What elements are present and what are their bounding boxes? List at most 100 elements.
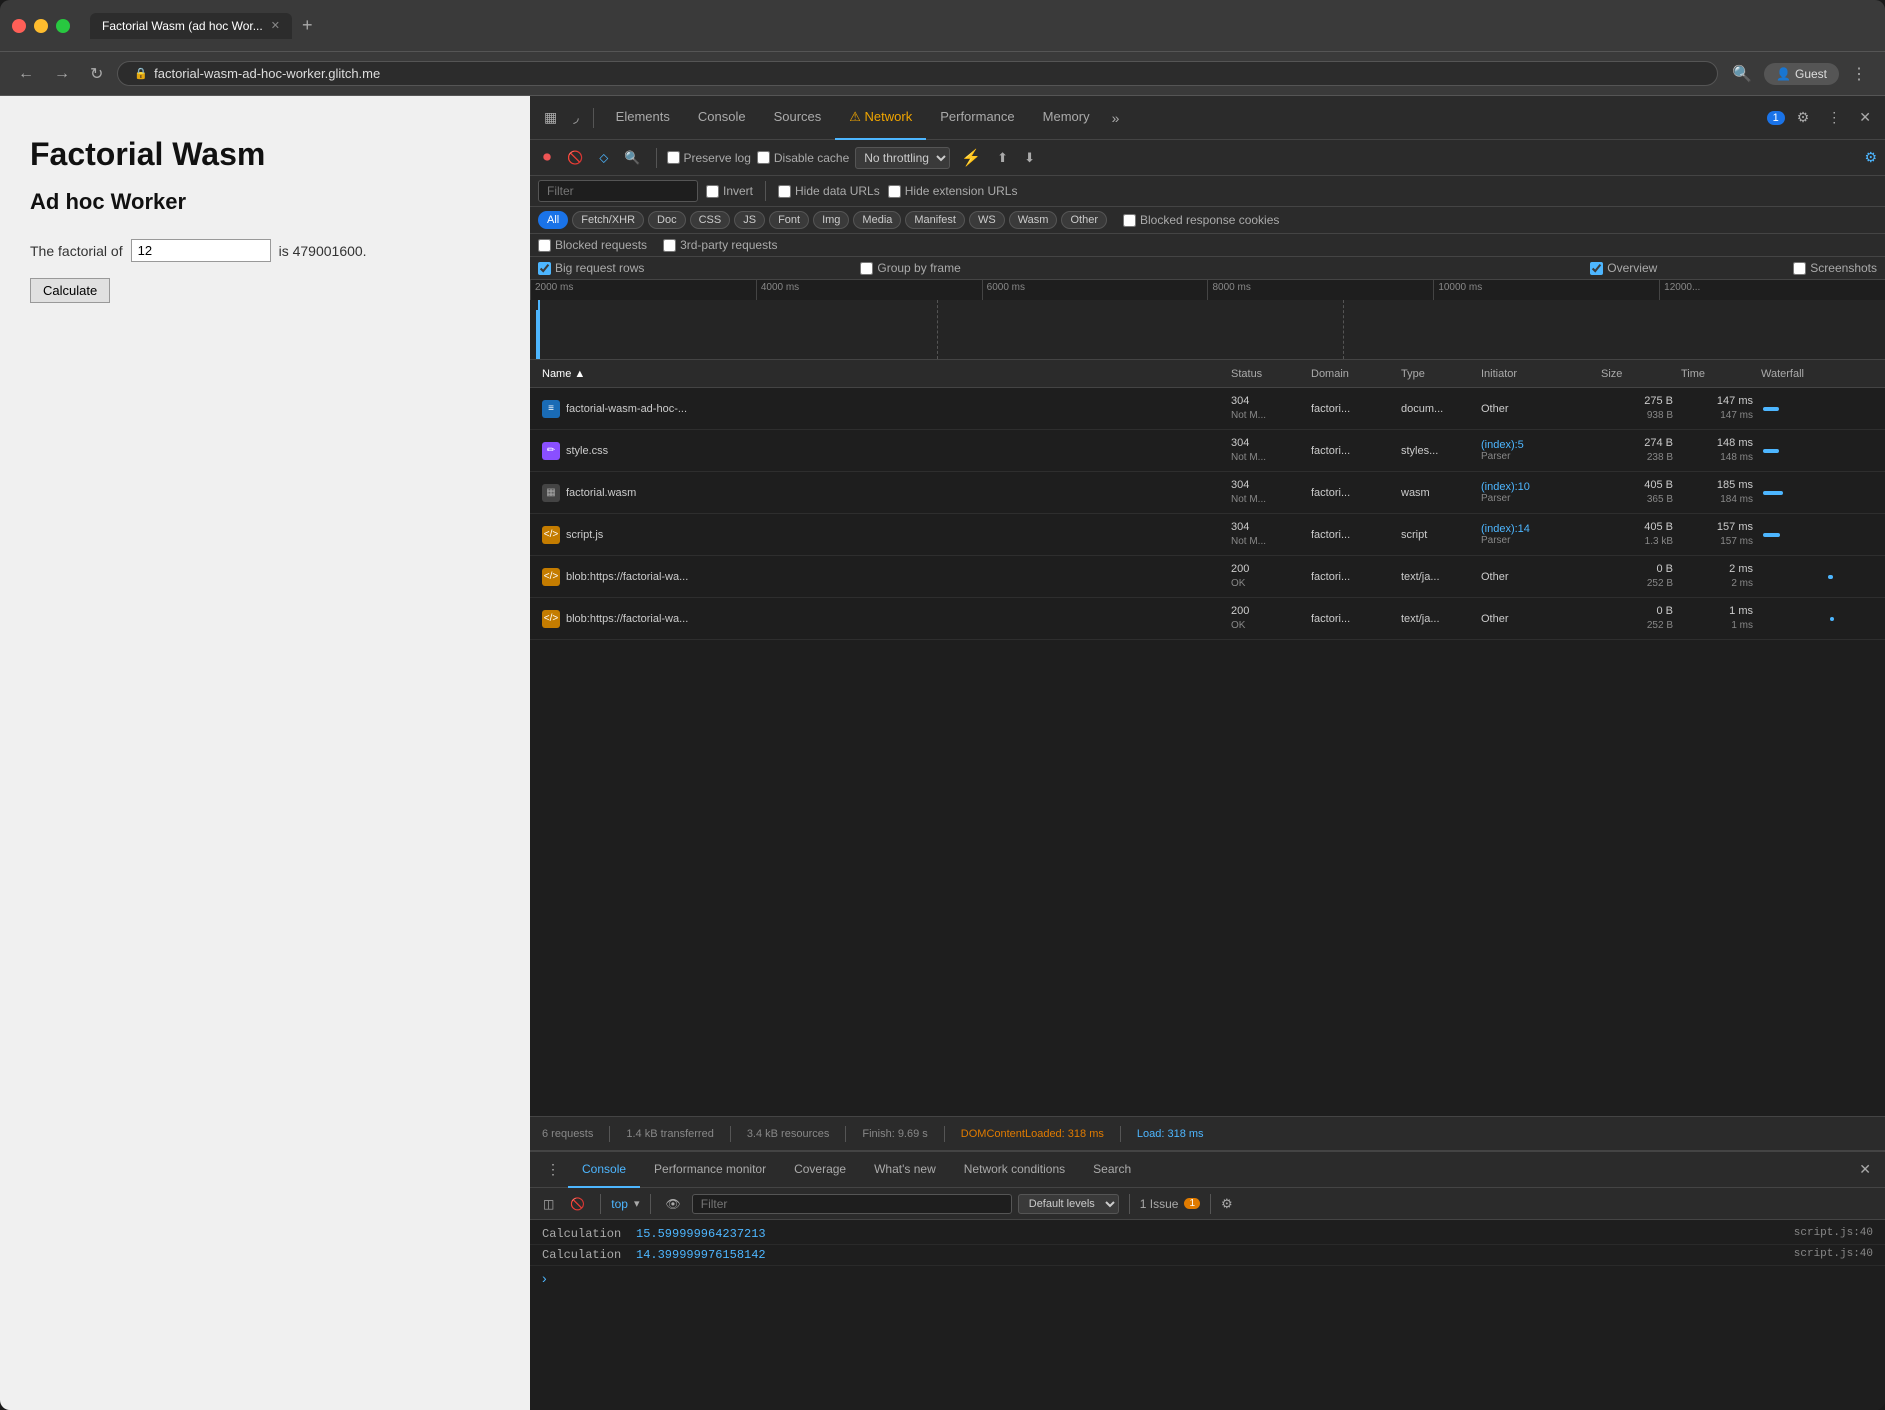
table-row[interactable]: ▦ factorial.wasm 304 Not M... factori...… <box>530 472 1885 514</box>
throttle-select[interactable]: No throttling <box>855 147 950 169</box>
cell-initiator: (index):10 Parser <box>1477 481 1597 504</box>
hide-data-urls-checkbox[interactable]: Hide data URLs <box>778 184 880 198</box>
console-source-1[interactable]: script.js:40 <box>1794 1227 1873 1239</box>
filter-ws[interactable]: WS <box>969 211 1005 229</box>
clear-button[interactable]: 🚫 <box>562 148 588 168</box>
console-source-2[interactable]: script.js:40 <box>1794 1248 1873 1260</box>
tab-network-conditions[interactable]: Network conditions <box>950 1152 1079 1188</box>
tab-console[interactable]: Console <box>684 96 760 140</box>
hide-ext-urls-checkbox[interactable]: Hide extension URLs <box>888 184 1018 198</box>
filter-all[interactable]: All <box>538 211 568 229</box>
filter-media[interactable]: Media <box>853 211 901 229</box>
table-row[interactable]: </> blob:https://factorial-wa... 200 OK … <box>530 598 1885 640</box>
console-filter-input[interactable] <box>692 1194 1012 1214</box>
back-button[interactable]: ← <box>12 61 40 87</box>
tab-console-bottom[interactable]: Console <box>568 1152 640 1188</box>
close-button[interactable] <box>12 19 26 33</box>
tab-memory[interactable]: Memory <box>1029 96 1104 140</box>
calculate-button[interactable]: Calculate <box>30 278 110 303</box>
search-button[interactable]: 🔍 <box>619 148 645 168</box>
filter-css[interactable]: CSS <box>690 211 731 229</box>
element-picker-icon[interactable]: ▦ <box>538 105 563 130</box>
third-party-checkbox[interactable]: 3rd-party requests <box>663 238 777 252</box>
devtools-tabs: Elements Console Sources ⚠ Network Perfo… <box>602 96 1128 140</box>
overview-checkbox[interactable]: Overview <box>1590 261 1657 275</box>
console-eye-icon[interactable]: 👁 <box>661 1195 686 1213</box>
filter-img[interactable]: Img <box>813 211 849 229</box>
top-dropdown-icon[interactable]: ▾ <box>634 1197 640 1210</box>
filter-wasm[interactable]: Wasm <box>1009 211 1058 229</box>
network-settings-icon[interactable]: ⚙ <box>1864 149 1877 165</box>
tab-search[interactable]: Search <box>1079 1152 1145 1188</box>
col-type[interactable]: Type <box>1397 368 1477 380</box>
table-row[interactable]: ✏ style.css 304 Not M... factori... styl… <box>530 430 1885 472</box>
col-name[interactable]: Name ▲ <box>538 368 1227 380</box>
address-bar[interactable]: 🔒 factorial-wasm-ad-hoc-worker.glitch.me <box>117 61 1718 86</box>
online-icon[interactable]: ⚡ <box>956 146 986 170</box>
active-tab[interactable]: Factorial Wasm (ad hoc Wor... ✕ <box>90 13 292 39</box>
disable-cache-checkbox[interactable]: Disable cache <box>757 151 849 165</box>
console-clear-icon[interactable]: 🚫 <box>565 1195 590 1213</box>
tab-coverage[interactable]: Coverage <box>780 1152 860 1188</box>
screenshots-checkbox[interactable]: Screenshots <box>1793 261 1877 275</box>
export-icon[interactable]: ⬇ <box>1019 148 1040 168</box>
tick-12000: 12000... <box>1659 280 1885 300</box>
col-domain[interactable]: Domain <box>1307 368 1397 380</box>
tab-network[interactable]: ⚠ Network <box>835 96 926 140</box>
devtools-more-icon[interactable]: ⋮ <box>1821 105 1847 130</box>
filter-doc[interactable]: Doc <box>648 211 686 229</box>
filter-other[interactable]: Other <box>1061 211 1107 229</box>
col-status[interactable]: Status <box>1227 368 1307 380</box>
default-levels-select[interactable]: Default levels <box>1018 1194 1119 1214</box>
filter-input[interactable] <box>538 180 698 202</box>
col-time[interactable]: Time <box>1677 368 1757 380</box>
table-row[interactable]: </> blob:https://factorial-wa... 200 OK … <box>530 556 1885 598</box>
tab-close-icon[interactable]: ✕ <box>271 19 280 32</box>
big-rows-checkbox[interactable]: Big request rows <box>538 261 644 275</box>
col-initiator[interactable]: Initiator <box>1477 368 1597 380</box>
forward-button[interactable]: → <box>48 61 76 87</box>
filter-manifest[interactable]: Manifest <box>905 211 965 229</box>
cell-size: 275 B 938 B <box>1597 394 1677 423</box>
col-size[interactable]: Size <box>1597 368 1677 380</box>
guest-button[interactable]: 👤 Guest <box>1764 63 1839 85</box>
tab-performance-monitor[interactable]: Performance monitor <box>640 1152 780 1188</box>
new-tab-button[interactable]: + <box>296 15 319 36</box>
network-section: ⏺ 🚫 ⬦ 🔍 Preserve log Disable cache <box>530 140 1885 1150</box>
tab-sources[interactable]: Sources <box>760 96 836 140</box>
filter-fetch-xhr[interactable]: Fetch/XHR <box>572 211 644 229</box>
console-gear-icon[interactable]: ⚙ <box>1221 1196 1233 1212</box>
console-sidebar-icon[interactable]: ◫ <box>538 1195 559 1213</box>
devtools-settings-icon[interactable]: ⚙ <box>1791 105 1816 130</box>
table-row[interactable]: </> script.js 304 Not M... factori... sc… <box>530 514 1885 556</box>
factorial-input[interactable] <box>131 239 271 262</box>
table-row[interactable]: ≡ factorial-wasm-ad-hoc-... 304 Not M...… <box>530 388 1885 430</box>
tab-elements[interactable]: Elements <box>602 96 684 140</box>
maximize-button[interactable] <box>56 19 70 33</box>
reload-button[interactable]: ↻ <box>84 60 109 88</box>
blocked-requests-checkbox[interactable]: Blocked requests <box>538 238 647 252</box>
filter-icon[interactable]: ⬦ <box>594 148 613 168</box>
device-toolbar-icon[interactable]: ◞ <box>567 105 584 130</box>
tab-performance[interactable]: Performance <box>926 96 1028 140</box>
group-by-frame-checkbox[interactable]: Group by frame <box>860 261 960 275</box>
devtools-close-icon[interactable]: ✕ <box>1853 105 1877 130</box>
cell-initiator: Other <box>1477 403 1597 415</box>
invert-checkbox[interactable]: Invert <box>706 184 753 198</box>
recording-button[interactable]: ⏺ <box>538 147 556 169</box>
console-close-button[interactable]: ✕ <box>1853 1157 1877 1182</box>
zoom-button[interactable]: 🔍 <box>1726 60 1758 88</box>
browser-window: Factorial Wasm (ad hoc Wor... ✕ + ← → ↻ … <box>0 0 1885 1410</box>
blocked-responses-checkbox[interactable]: Blocked response cookies <box>1123 213 1279 227</box>
minimize-button[interactable] <box>34 19 48 33</box>
cell-waterfall <box>1757 447 1877 455</box>
more-options-button[interactable]: ⋮ <box>1845 60 1873 88</box>
filter-font[interactable]: Font <box>769 211 809 229</box>
import-icon[interactable]: ⬆ <box>992 148 1013 168</box>
col-waterfall[interactable]: Waterfall <box>1757 368 1877 380</box>
preserve-log-checkbox[interactable]: Preserve log <box>667 151 751 165</box>
console-panel-menu-icon[interactable]: ⋮ <box>538 1161 568 1178</box>
filter-js[interactable]: JS <box>734 211 765 229</box>
tab-whats-new[interactable]: What's new <box>860 1152 950 1188</box>
more-tabs-button[interactable]: » <box>1104 110 1128 126</box>
